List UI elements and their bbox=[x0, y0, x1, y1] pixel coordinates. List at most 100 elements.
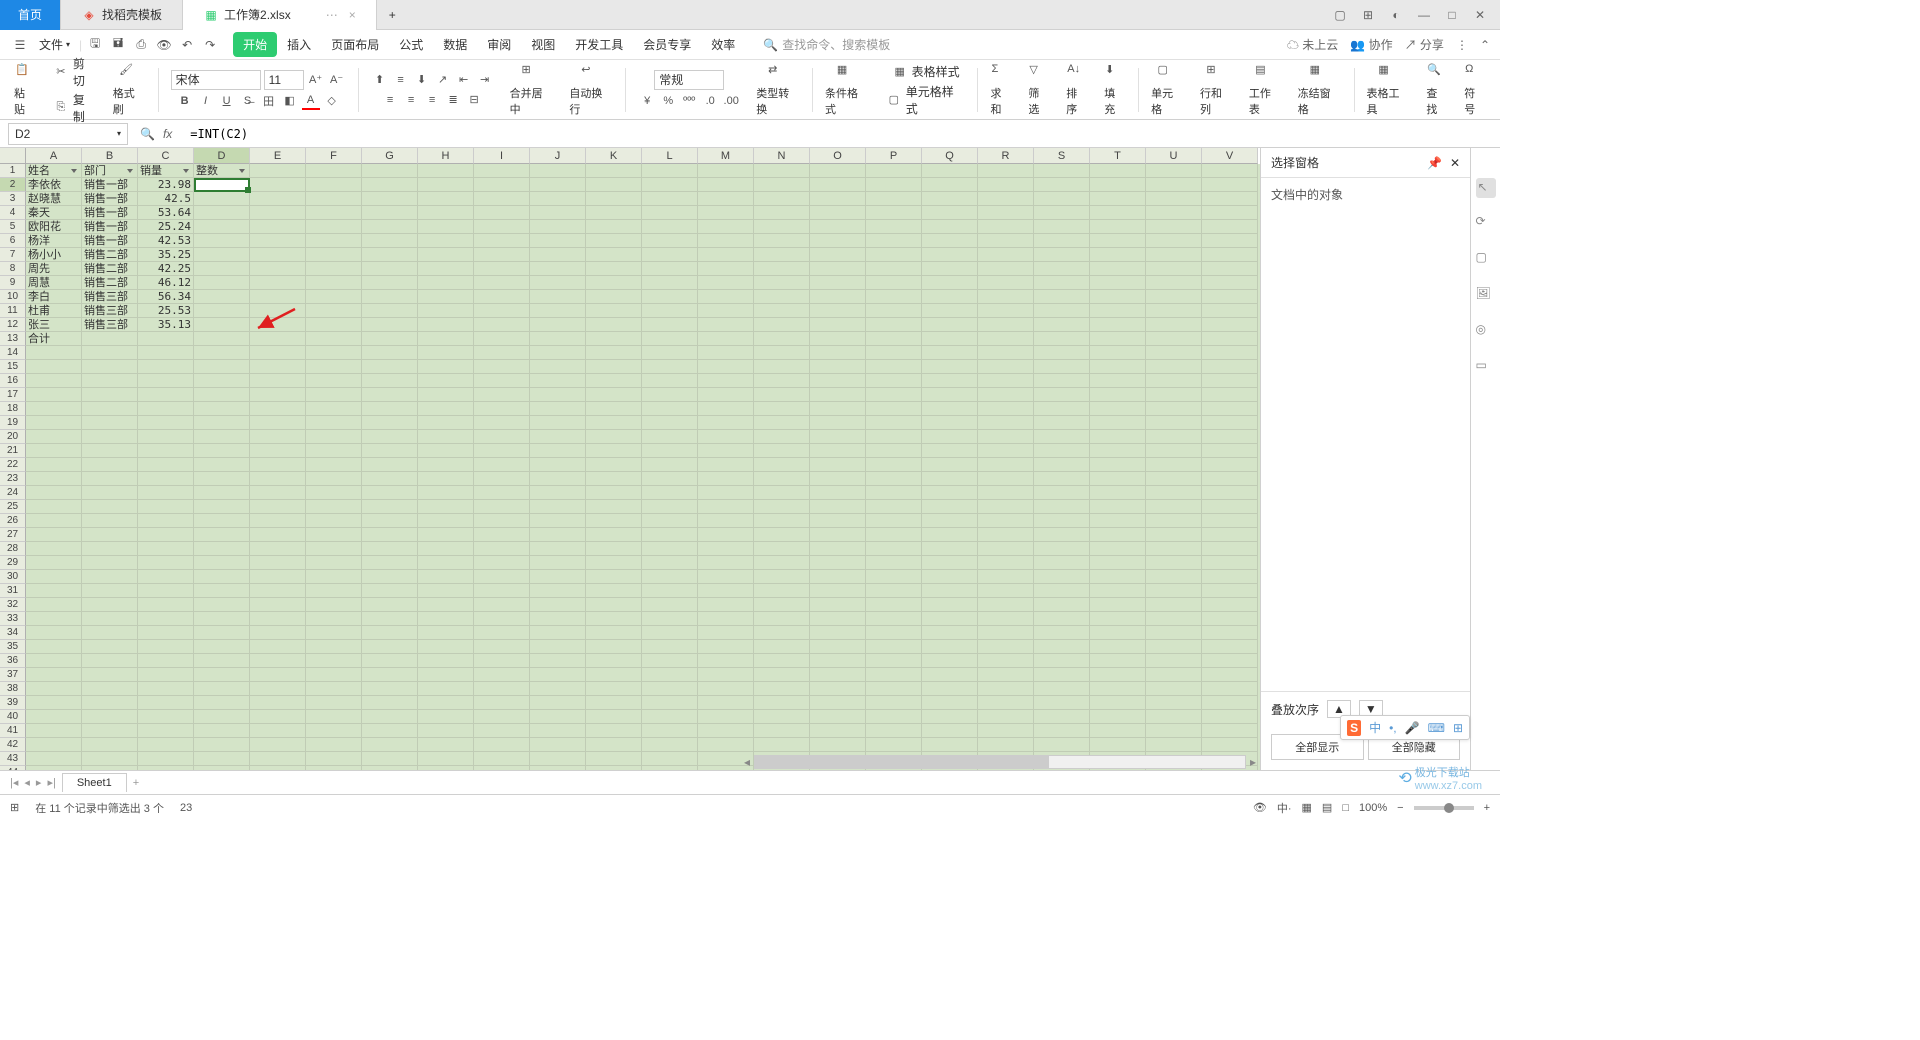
cell[interactable] bbox=[82, 556, 138, 570]
cell[interactable] bbox=[1146, 528, 1202, 542]
cell[interactable] bbox=[1146, 584, 1202, 598]
cell[interactable] bbox=[1090, 458, 1146, 472]
cell[interactable] bbox=[306, 402, 362, 416]
cell[interactable] bbox=[474, 696, 530, 710]
cell[interactable] bbox=[922, 444, 978, 458]
cell[interactable] bbox=[866, 276, 922, 290]
cell[interactable] bbox=[82, 402, 138, 416]
cell[interactable] bbox=[362, 640, 418, 654]
cell[interactable] bbox=[362, 206, 418, 220]
cell[interactable] bbox=[194, 332, 250, 346]
cell[interactable] bbox=[1034, 164, 1090, 178]
cell[interactable] bbox=[138, 374, 194, 388]
cell[interactable] bbox=[530, 262, 586, 276]
cell[interactable] bbox=[866, 262, 922, 276]
cell[interactable] bbox=[418, 724, 474, 738]
cell[interactable] bbox=[82, 668, 138, 682]
cell[interactable] bbox=[1090, 584, 1146, 598]
cell[interactable] bbox=[250, 542, 306, 556]
cell[interactable] bbox=[586, 584, 642, 598]
cell[interactable] bbox=[418, 500, 474, 514]
cell[interactable] bbox=[1090, 276, 1146, 290]
cell[interactable] bbox=[586, 374, 642, 388]
row-header[interactable]: 4 bbox=[0, 206, 26, 220]
underline-icon[interactable]: U bbox=[218, 92, 236, 110]
cell[interactable] bbox=[754, 458, 810, 472]
cell[interactable] bbox=[138, 612, 194, 626]
cell[interactable] bbox=[362, 248, 418, 262]
cell[interactable]: 销售二部 bbox=[82, 262, 138, 276]
cell[interactable] bbox=[418, 234, 474, 248]
cell[interactable]: 张三 bbox=[26, 318, 82, 332]
cell[interactable] bbox=[1034, 612, 1090, 626]
cell[interactable] bbox=[1202, 710, 1258, 724]
row-header[interactable]: 30 bbox=[0, 570, 26, 584]
cell[interactable] bbox=[362, 710, 418, 724]
worksheet-button[interactable]: ▤工作表 bbox=[1245, 61, 1286, 119]
cell[interactable] bbox=[82, 598, 138, 612]
cell[interactable] bbox=[1202, 598, 1258, 612]
cell[interactable] bbox=[306, 486, 362, 500]
cell[interactable] bbox=[1090, 206, 1146, 220]
zoom-cell-icon[interactable]: 🔍 bbox=[140, 127, 155, 141]
cell[interactable] bbox=[306, 416, 362, 430]
cell[interactable] bbox=[194, 304, 250, 318]
cell[interactable]: 销量 bbox=[138, 164, 194, 178]
cell[interactable] bbox=[362, 570, 418, 584]
name-box[interactable]: D2▾ bbox=[8, 123, 128, 145]
cell[interactable] bbox=[978, 584, 1034, 598]
cell[interactable] bbox=[866, 654, 922, 668]
cell[interactable] bbox=[866, 738, 922, 752]
cell[interactable] bbox=[754, 640, 810, 654]
cell[interactable] bbox=[82, 416, 138, 430]
cell[interactable] bbox=[642, 668, 698, 682]
cell[interactable] bbox=[1202, 612, 1258, 626]
cell[interactable] bbox=[586, 570, 642, 584]
cell[interactable]: 42.5 bbox=[138, 192, 194, 206]
cell[interactable] bbox=[474, 220, 530, 234]
cell[interactable] bbox=[530, 402, 586, 416]
cell[interactable] bbox=[82, 332, 138, 346]
cell[interactable] bbox=[306, 696, 362, 710]
cell[interactable] bbox=[978, 430, 1034, 444]
cell[interactable] bbox=[642, 234, 698, 248]
tab-view[interactable]: 视图 bbox=[521, 32, 565, 57]
cell[interactable] bbox=[1034, 598, 1090, 612]
row-header[interactable]: 1 bbox=[0, 164, 26, 178]
cell[interactable] bbox=[418, 612, 474, 626]
cell[interactable] bbox=[922, 472, 978, 486]
cell[interactable] bbox=[1034, 556, 1090, 570]
cell[interactable] bbox=[194, 290, 250, 304]
col-header-H[interactable]: H bbox=[418, 148, 474, 164]
cell[interactable] bbox=[866, 234, 922, 248]
cell[interactable] bbox=[810, 346, 866, 360]
paste-button[interactable]: 📋粘贴 bbox=[10, 61, 40, 119]
cell[interactable] bbox=[250, 220, 306, 234]
cell[interactable] bbox=[866, 444, 922, 458]
cell[interactable] bbox=[474, 598, 530, 612]
cell[interactable] bbox=[362, 486, 418, 500]
cell[interactable] bbox=[138, 346, 194, 360]
view-page-icon[interactable]: ▤ bbox=[1322, 801, 1332, 814]
cell[interactable] bbox=[250, 262, 306, 276]
cell[interactable] bbox=[306, 654, 362, 668]
cell[interactable] bbox=[586, 514, 642, 528]
cell[interactable] bbox=[586, 220, 642, 234]
cell[interactable] bbox=[530, 500, 586, 514]
cell[interactable] bbox=[474, 402, 530, 416]
align-bottom-icon[interactable]: ⬇ bbox=[413, 71, 431, 89]
cell[interactable] bbox=[194, 556, 250, 570]
cell[interactable] bbox=[138, 640, 194, 654]
cell[interactable] bbox=[922, 220, 978, 234]
cell[interactable] bbox=[1146, 220, 1202, 234]
cell[interactable] bbox=[1202, 696, 1258, 710]
cell[interactable] bbox=[754, 388, 810, 402]
cell[interactable] bbox=[194, 374, 250, 388]
cell[interactable] bbox=[474, 444, 530, 458]
cell[interactable] bbox=[922, 374, 978, 388]
cell[interactable] bbox=[642, 220, 698, 234]
cell[interactable] bbox=[642, 570, 698, 584]
cell[interactable] bbox=[1090, 528, 1146, 542]
cell[interactable] bbox=[698, 458, 754, 472]
cell[interactable] bbox=[810, 486, 866, 500]
